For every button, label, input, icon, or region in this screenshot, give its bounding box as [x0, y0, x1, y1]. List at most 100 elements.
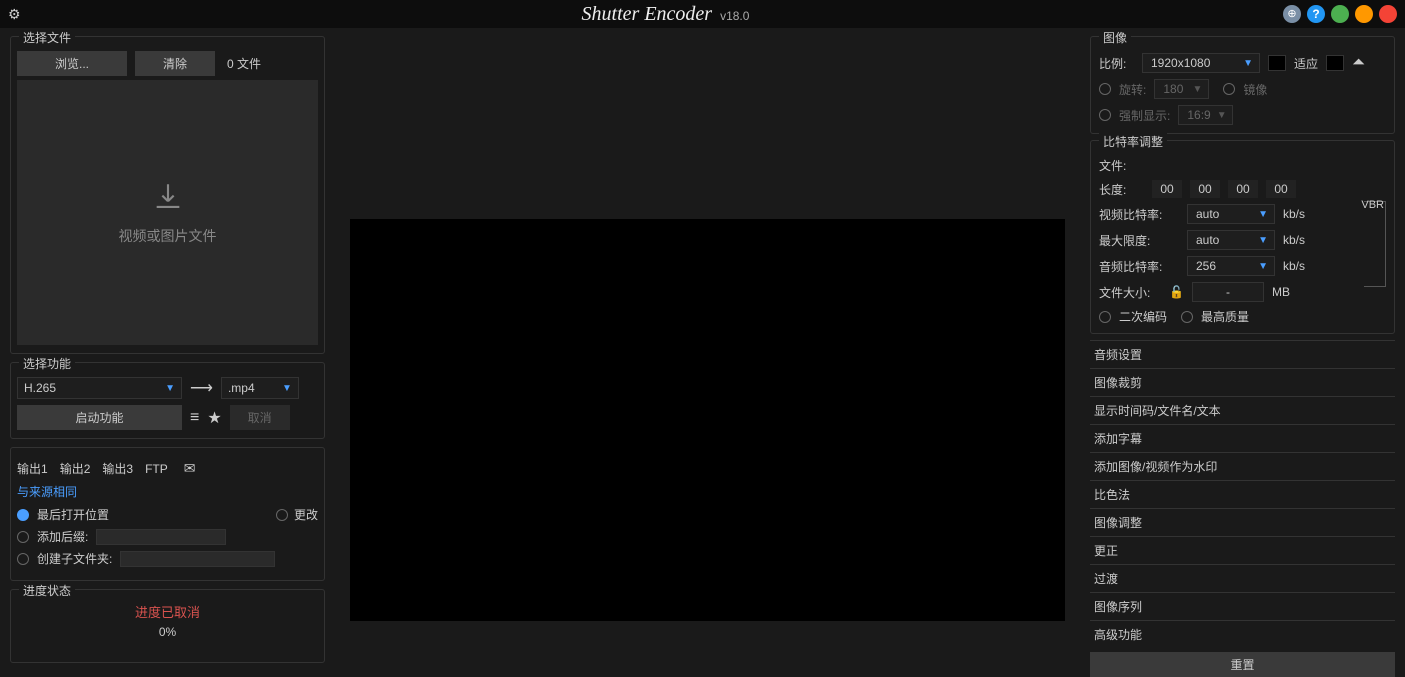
cancel-button[interactable]: 取消 [230, 405, 290, 430]
video-bitrate-select[interactable]: auto ▼ [1187, 204, 1275, 224]
function-section: 选择功能 H.265 ▼ ⟶ .mp4 ▼ 启动功能 ≡ ★ 取消 [10, 362, 325, 439]
start-button[interactable]: 启动功能 [17, 405, 182, 430]
close-button[interactable] [1379, 5, 1397, 23]
acc-sequence[interactable]: 图像序列 [1090, 592, 1395, 620]
output-tab-ftp[interactable]: FTP [145, 462, 168, 476]
change-checkbox[interactable] [276, 509, 288, 521]
scale-select[interactable]: 1920x1080 ▼ [1142, 53, 1260, 73]
color-box-2[interactable] [1326, 55, 1344, 71]
maxq-checkbox[interactable] [1181, 311, 1193, 323]
filesize-input[interactable]: - [1192, 282, 1264, 302]
video-preview[interactable] [350, 219, 1065, 621]
chevron-down-icon: ▼ [1258, 209, 1268, 220]
chevron-down-icon: ▼ [1258, 261, 1268, 272]
mirror-checkbox[interactable] [1223, 83, 1235, 95]
force-value: 16:9 [1187, 108, 1210, 122]
lock-icon[interactable]: 🔓 [1169, 285, 1184, 299]
acc-watermark[interactable]: 添加图像/视频作为水印 [1090, 452, 1395, 480]
length-hh[interactable]: 00 [1152, 180, 1182, 198]
acc-crop[interactable]: 图像裁剪 [1090, 368, 1395, 396]
acc-colorimetry[interactable]: 比色法 [1090, 480, 1395, 508]
browse-button[interactable]: 浏览... [17, 51, 127, 76]
force-checkbox[interactable] [1099, 109, 1111, 121]
twopass-label: 二次编码 [1119, 308, 1167, 325]
output-tab-3[interactable]: 输出3 [102, 460, 133, 477]
chevron-down-icon: ▼ [282, 383, 292, 394]
file-dropzone[interactable]: 视频或图片文件 [17, 80, 318, 345]
scale-value: 1920x1080 [1151, 56, 1210, 70]
subfolder-label: 创建子文件夹: [37, 550, 112, 567]
video-bitrate-value: auto [1196, 207, 1219, 221]
app-title: Shutter Encoder [582, 3, 713, 26]
acc-subtitle[interactable]: 添加字幕 [1090, 424, 1395, 452]
length-ff[interactable]: 00 [1266, 180, 1296, 198]
audio-bitrate-select[interactable]: 256 ▼ [1187, 256, 1275, 276]
vbr-label: VBR [1361, 199, 1384, 211]
length-label: 长度: [1099, 181, 1144, 198]
video-bitrate-label: 视频比特率: [1099, 206, 1179, 223]
file-label: 文件: [1099, 157, 1126, 174]
open-last-label: 最后打开位置 [37, 506, 109, 523]
force-label: 强制显示: [1119, 107, 1170, 124]
subfolder-input[interactable] [120, 551, 275, 567]
scale-label: 比例: [1099, 55, 1134, 72]
clear-button[interactable]: 清除 [135, 51, 215, 76]
acc-image-adjust[interactable]: 图像调整 [1090, 508, 1395, 536]
globe-icon[interactable]: ⊕ [1283, 5, 1301, 23]
same-source-label: 与来源相同 [17, 483, 318, 500]
mirror-label: 镜像 [1243, 81, 1267, 98]
chevron-down-icon: ▼ [1258, 235, 1268, 246]
color-box[interactable] [1268, 55, 1286, 71]
max-bitrate-value: auto [1196, 233, 1219, 247]
open-last-checkbox[interactable] [17, 509, 29, 521]
maximize-button[interactable] [1355, 5, 1373, 23]
max-bitrate-label: 最大限度: [1099, 232, 1179, 249]
acc-correction[interactable]: 更正 [1090, 536, 1395, 564]
audio-bitrate-label: 音频比特率: [1099, 258, 1179, 275]
minimize-button[interactable] [1331, 5, 1349, 23]
rotate-checkbox[interactable] [1099, 83, 1111, 95]
rotate-label: 旋转: [1119, 81, 1146, 98]
settings-icon[interactable]: ⚙ [8, 6, 21, 23]
codec-select[interactable]: H.265 ▼ [17, 377, 182, 399]
output-section: 输出1 输出2 输出3 FTP ✉ 与来源相同 最后打开位置 更改 添加后缀: [10, 447, 325, 581]
acc-audio[interactable]: 音频设置 [1090, 340, 1395, 368]
chevron-down-icon: ▼ [1192, 84, 1202, 95]
chevron-down-icon: ▼ [165, 383, 175, 394]
suffix-checkbox[interactable] [17, 531, 29, 543]
suffix-input[interactable] [96, 529, 226, 545]
image-section: 图像 比例: 1920x1080 ▼ 适应 ⏶ 旋转: 180 ▼ [1090, 36, 1395, 134]
audio-bitrate-value: 256 [1196, 259, 1216, 273]
maxq-label: 最高质量 [1201, 308, 1249, 325]
help-icon[interactable]: ? [1307, 5, 1325, 23]
fit-label: 适应 [1294, 55, 1318, 72]
chevron-down-icon: ▼ [1243, 58, 1253, 69]
subfolder-checkbox[interactable] [17, 553, 29, 565]
output-tab-2[interactable]: 输出2 [60, 460, 91, 477]
favorite-icon[interactable]: ★ [207, 408, 221, 428]
queue-icon[interactable]: ≡ [190, 409, 199, 427]
crop-target-icon[interactable]: ⏶ [1352, 54, 1365, 72]
image-section-title: 图像 [1099, 29, 1131, 46]
acc-timecode[interactable]: 显示时间码/文件名/文本 [1090, 396, 1395, 424]
extension-select[interactable]: .mp4 ▼ [221, 377, 299, 399]
output-tab-1[interactable]: 输出1 [17, 460, 48, 477]
acc-transition[interactable]: 过渡 [1090, 564, 1395, 592]
download-icon [151, 180, 185, 214]
bitrate-section-title: 比特率调整 [1099, 133, 1167, 150]
audio-bitrate-unit: kb/s [1283, 259, 1318, 273]
acc-advanced[interactable]: 高级功能 [1090, 620, 1395, 648]
length-ss[interactable]: 00 [1228, 180, 1258, 198]
max-bitrate-select[interactable]: auto ▼ [1187, 230, 1275, 250]
rotate-select[interactable]: 180 ▼ [1154, 79, 1209, 99]
file-count: 0 文件 [227, 55, 261, 72]
arrow-right-icon: ⟶ [190, 378, 213, 398]
extension-value: .mp4 [228, 381, 255, 395]
force-select[interactable]: 16:9 ▼ [1178, 105, 1233, 125]
bitrate-connector-line [1364, 201, 1386, 287]
reset-button[interactable]: 重置 [1090, 652, 1395, 677]
twopass-checkbox[interactable] [1099, 311, 1111, 323]
mail-icon[interactable]: ✉ [184, 460, 196, 477]
length-mm[interactable]: 00 [1190, 180, 1220, 198]
files-section: 选择文件 浏览... 清除 0 文件 视频或图片文件 [10, 36, 325, 354]
